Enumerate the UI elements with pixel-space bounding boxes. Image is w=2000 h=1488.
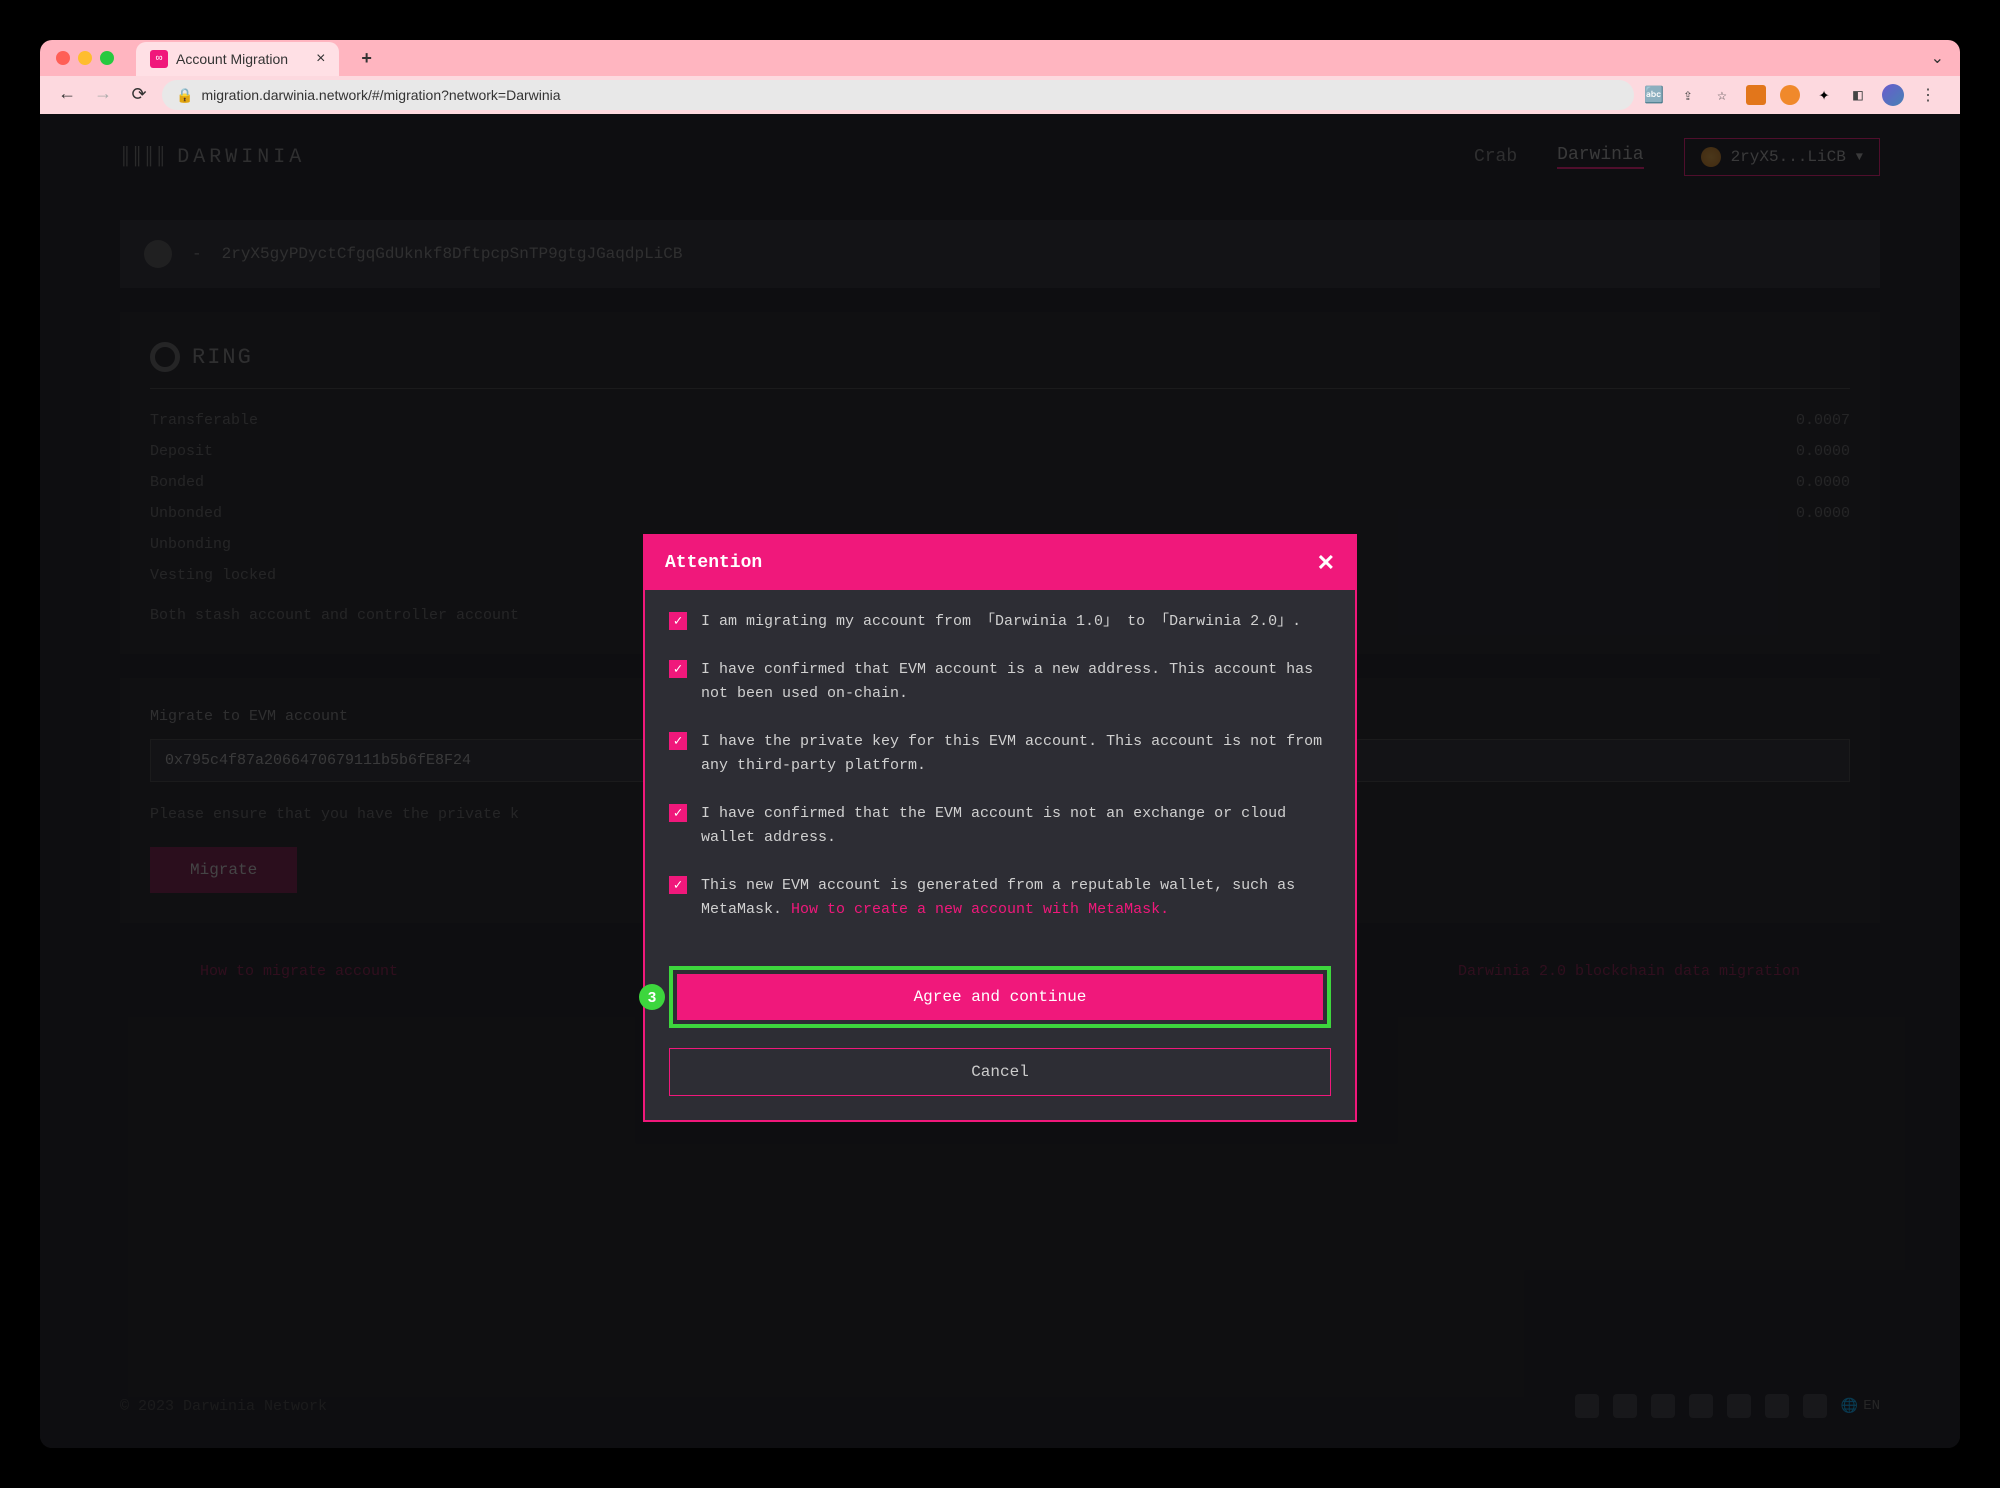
check-text: I have the private key for this EVM acco…	[701, 730, 1331, 778]
back-button[interactable]: ←	[54, 82, 80, 108]
check-item: ✓ I have confirmed that the EVM account …	[669, 802, 1331, 850]
attention-modal: Attention ✕ ✓ I am migrating my account …	[643, 534, 1357, 1122]
close-window-button[interactable]	[56, 51, 70, 65]
modal-close-icon[interactable]: ✕	[1317, 550, 1335, 576]
checkbox[interactable]: ✓	[669, 732, 687, 750]
expand-tabs-icon[interactable]: ⌄	[1931, 48, 1944, 68]
check-text: This new EVM account is generated from a…	[701, 874, 1331, 922]
lock-icon: 🔒	[176, 87, 193, 104]
extensions-icon[interactable]: ✦	[1814, 85, 1834, 105]
checkbox[interactable]: ✓	[669, 876, 687, 894]
tab-close-icon[interactable]: ×	[316, 50, 325, 68]
minimize-window-button[interactable]	[78, 51, 92, 65]
maximize-window-button[interactable]	[100, 51, 114, 65]
check-text: I am migrating my account from 「Darwinia…	[701, 610, 1301, 634]
url-bar-row: ← → ⟳ 🔒 migration.darwinia.network/#/mig…	[40, 76, 1960, 114]
profile-avatar-icon[interactable]	[1882, 84, 1904, 106]
step-badge: 3	[639, 984, 665, 1010]
reload-button[interactable]: ⟳	[126, 82, 152, 108]
page-content: ║║║║ DARWINIA Crab Darwinia 2ryX5...LiCB…	[40, 114, 1960, 1448]
agree-button-highlight: 3 Agree and continue	[669, 966, 1331, 1028]
url-text: migration.darwinia.network/#/migration?n…	[201, 87, 560, 103]
url-field[interactable]: 🔒 migration.darwinia.network/#/migration…	[162, 80, 1634, 110]
browser-window: ∞ Account Migration × + ⌄ ← → ⟳ 🔒 migrat…	[40, 40, 1960, 1448]
tab-title: Account Migration	[176, 51, 288, 67]
checkbox[interactable]: ✓	[669, 804, 687, 822]
modal-body: ✓ I am migrating my account from 「Darwin…	[645, 590, 1355, 966]
metamask-extension-icon[interactable]	[1746, 85, 1766, 105]
new-tab-button[interactable]: +	[361, 48, 372, 69]
menu-icon[interactable]: ⋮	[1918, 85, 1938, 105]
side-panel-icon[interactable]: ◧	[1848, 85, 1868, 105]
titlebar: ∞ Account Migration × + ⌄	[40, 40, 1960, 76]
checkbox[interactable]: ✓	[669, 612, 687, 630]
check-text: I have confirmed that EVM account is a n…	[701, 658, 1331, 706]
share-icon[interactable]: ⇪	[1678, 85, 1698, 105]
tab-favicon-icon: ∞	[150, 50, 168, 68]
toolbar-icons: 🔤 ⇪ ☆ ✦ ◧ ⋮	[1644, 84, 1946, 106]
check-item: ✓ I am migrating my account from 「Darwin…	[669, 610, 1331, 634]
browser-tab[interactable]: ∞ Account Migration ×	[136, 42, 339, 76]
metamask-help-link[interactable]: How to create a new account with MetaMas…	[791, 901, 1169, 918]
translate-icon[interactable]: 🔤	[1644, 85, 1664, 105]
modal-header: Attention ✕	[645, 536, 1355, 590]
checkbox[interactable]: ✓	[669, 660, 687, 678]
check-item: ✓ I have the private key for this EVM ac…	[669, 730, 1331, 778]
cancel-button[interactable]: Cancel	[669, 1048, 1331, 1096]
polkadot-extension-icon[interactable]	[1780, 85, 1800, 105]
agree-continue-button[interactable]: Agree and continue	[677, 974, 1323, 1020]
check-item: ✓ This new EVM account is generated from…	[669, 874, 1331, 922]
check-item: ✓ I have confirmed that EVM account is a…	[669, 658, 1331, 706]
bookmark-icon[interactable]: ☆	[1712, 85, 1732, 105]
modal-title: Attention	[665, 553, 762, 573]
modal-buttons: 3 Agree and continue Cancel	[645, 966, 1355, 1120]
forward-button[interactable]: →	[90, 82, 116, 108]
check-text: I have confirmed that the EVM account is…	[701, 802, 1331, 850]
